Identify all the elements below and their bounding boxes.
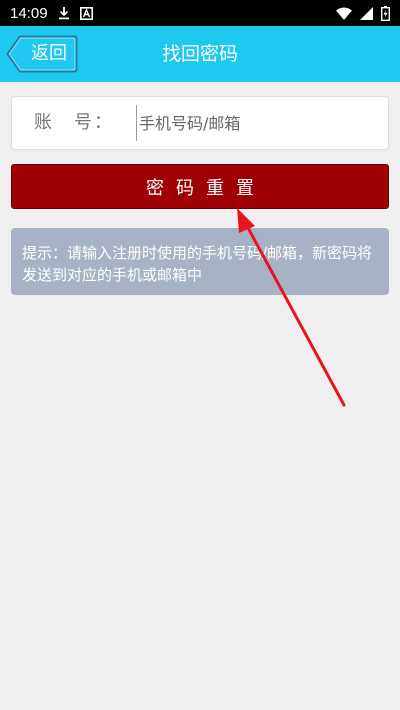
password-reset-button[interactable]: 密码重置 — [11, 164, 389, 209]
status-time: 14:09 — [10, 4, 48, 22]
status-left: 14:09 — [10, 5, 93, 22]
back-button[interactable]: 返回 — [6, 35, 78, 73]
page-title: 找回密码 — [161, 43, 238, 65]
status-right — [336, 5, 390, 21]
account-input[interactable] — [136, 105, 376, 141]
app-a-icon — [79, 6, 93, 20]
account-label-part1: 账 — [34, 112, 54, 133]
signal-icon — [360, 6, 373, 20]
back-label: 返回 — [31, 43, 67, 64]
account-label-part2: 号： — [74, 112, 114, 133]
title-bar: 返回 找回密码 — [0, 26, 400, 82]
account-label: 账号： — [34, 97, 114, 149]
hint-box: 提示：请输入注册时使用的手机号码/邮箱，新密码将发送到对应的手机或邮箱中 — [11, 228, 389, 295]
download-icon — [58, 6, 70, 20]
status-bar: 14:09 — [0, 0, 400, 26]
account-field-row: 账号： — [11, 96, 389, 150]
hint-text: 提示：请输入注册时使用的手机号码/邮箱，新密码将发送到对应的手机或邮箱中 — [22, 244, 373, 284]
wifi-icon — [336, 7, 352, 20]
battery-icon — [381, 5, 390, 21]
